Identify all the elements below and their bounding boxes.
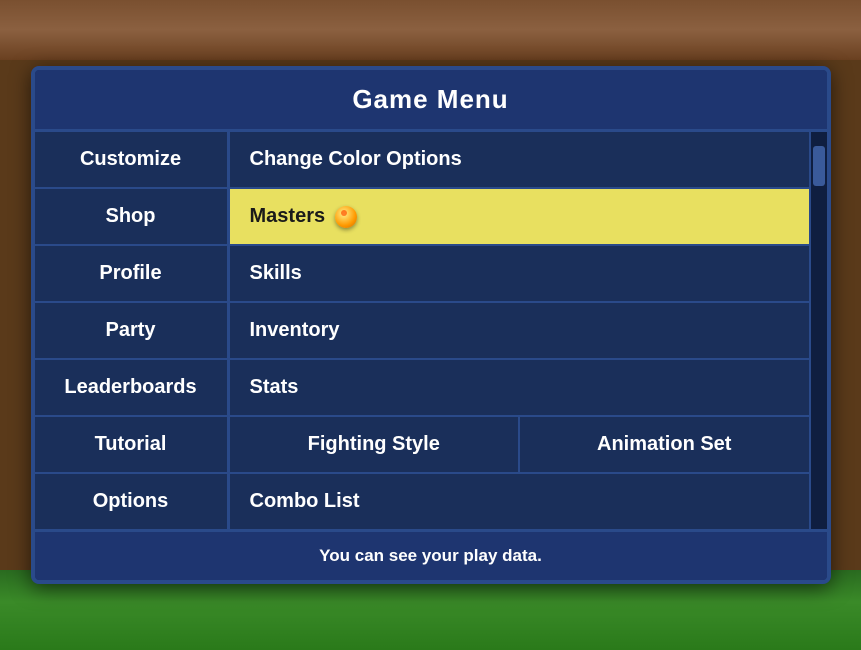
left-item-leaderboards[interactable]: Leaderboards bbox=[35, 360, 227, 417]
dragonball-cursor-icon bbox=[335, 206, 357, 228]
right-item-change-color[interactable]: Change Color Options bbox=[230, 132, 809, 189]
right-item-combo-list[interactable]: Combo List bbox=[230, 474, 809, 529]
menu-body: Customize Shop Profile Party Leaderboard… bbox=[35, 132, 827, 529]
left-item-shop[interactable]: Shop bbox=[35, 189, 227, 246]
right-item-inventory[interactable]: Inventory bbox=[230, 303, 809, 360]
right-item-masters[interactable]: Masters bbox=[230, 189, 809, 246]
right-item-stats[interactable]: Stats bbox=[230, 360, 809, 417]
left-item-customize[interactable]: Customize bbox=[35, 132, 227, 189]
menu-footer: You can see your play data. bbox=[35, 529, 827, 580]
game-menu: Game Menu Customize Shop Profile Party L… bbox=[31, 66, 831, 584]
menu-title: Game Menu bbox=[35, 70, 827, 132]
left-column: Customize Shop Profile Party Leaderboard… bbox=[35, 132, 230, 529]
right-item-animation-set[interactable]: Animation Set bbox=[520, 417, 809, 472]
menu-inner: Customize Shop Profile Party Leaderboard… bbox=[35, 132, 827, 529]
left-item-options[interactable]: Options bbox=[35, 474, 227, 529]
left-item-profile[interactable]: Profile bbox=[35, 246, 227, 303]
scrollbar[interactable] bbox=[809, 132, 827, 529]
scrollbar-thumb[interactable] bbox=[813, 146, 825, 186]
left-item-tutorial[interactable]: Tutorial bbox=[35, 417, 227, 474]
right-column: Change Color Options Masters Skills Inve… bbox=[230, 132, 809, 529]
right-item-skills[interactable]: Skills bbox=[230, 246, 809, 303]
right-item-fighting-style-row: Fighting Style Animation Set bbox=[230, 417, 809, 474]
right-item-fighting-style[interactable]: Fighting Style bbox=[230, 417, 521, 472]
background-top bbox=[0, 0, 861, 60]
left-item-party[interactable]: Party bbox=[35, 303, 227, 360]
